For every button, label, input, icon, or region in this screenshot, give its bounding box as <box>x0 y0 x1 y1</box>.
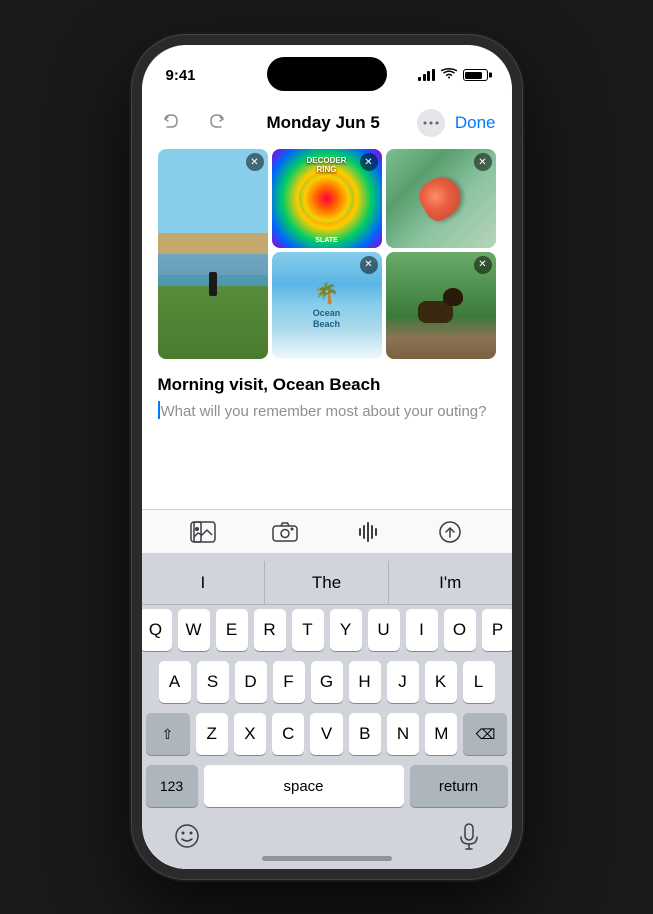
attachment-shell[interactable]: ✕ <box>386 149 496 248</box>
note-title: Morning visit, Ocean Beach <box>158 375 496 395</box>
signal-bar-2 <box>423 74 426 81</box>
numbers-key[interactable]: 123 <box>146 765 198 807</box>
note-body[interactable]: What will you remember most about your o… <box>158 401 496 422</box>
key-h[interactable]: H <box>349 661 381 703</box>
screen: 9:41 <box>142 45 512 869</box>
dictation-button[interactable] <box>458 823 480 856</box>
audio-waveform-button[interactable] <box>350 514 386 550</box>
shift-key[interactable]: ⇧ <box>146 713 190 755</box>
signal-bars-icon <box>418 69 435 81</box>
toolbar-right: Done <box>417 109 496 137</box>
key-r[interactable]: R <box>254 609 286 651</box>
toolbar-title: Monday Jun 5 <box>267 113 380 133</box>
attachments-grid: ✕ DECODERRING SLATE ✕ ✕ <box>158 149 496 359</box>
key-n[interactable]: N <box>387 713 419 755</box>
key-m[interactable]: M <box>425 713 457 755</box>
status-icons <box>418 68 488 83</box>
predictive-bar: I The I'm <box>142 561 512 605</box>
key-b[interactable]: B <box>349 713 381 755</box>
key-o[interactable]: O <box>444 609 476 651</box>
remove-shell-button[interactable]: ✕ <box>474 153 492 171</box>
key-v[interactable]: V <box>310 713 342 755</box>
key-row-2: A S D F G H J K L <box>146 661 508 703</box>
predictive-item-1[interactable]: I <box>142 561 266 605</box>
key-k[interactable]: K <box>425 661 457 703</box>
key-g[interactable]: G <box>311 661 343 703</box>
key-y[interactable]: Y <box>330 609 362 651</box>
toolbar: Monday Jun 5 Done <box>142 101 512 145</box>
emoji-button[interactable] <box>174 823 200 855</box>
key-z[interactable]: Z <box>196 713 228 755</box>
text-cursor <box>158 401 160 419</box>
key-rows: Q W E R T Y U I O P A S <box>142 609 512 807</box>
wifi-icon <box>441 68 457 83</box>
predictive-item-2[interactable]: The <box>265 561 389 605</box>
key-p[interactable]: P <box>482 609 512 651</box>
key-d[interactable]: D <box>235 661 267 703</box>
more-button[interactable] <box>417 109 445 137</box>
key-row-4: 123 space return <box>146 765 508 807</box>
key-s[interactable]: S <box>197 661 229 703</box>
note-placeholder: What will you remember most about your o… <box>161 401 487 422</box>
return-key[interactable]: return <box>410 765 508 807</box>
status-time: 9:41 <box>166 67 196 84</box>
key-q[interactable]: Q <box>142 609 172 651</box>
remove-beach-button[interactable]: ✕ <box>246 153 264 171</box>
battery-fill <box>465 72 482 79</box>
content-area: Monday Jun 5 Done <box>142 93 512 869</box>
signal-bar-4 <box>432 69 435 81</box>
remove-ocean-beach-button[interactable]: ✕ <box>360 256 378 274</box>
ocean-beach-palm-icon: 🌴 <box>314 281 339 306</box>
key-x[interactable]: X <box>234 713 266 755</box>
key-t[interactable]: T <box>292 609 324 651</box>
home-indicator <box>262 856 392 861</box>
attachment-dog[interactable]: ✕ <box>386 252 496 359</box>
input-toolbar <box>142 509 512 553</box>
predictive-item-3[interactable]: I'm <box>389 561 512 605</box>
delete-key[interactable]: ⌫ <box>463 713 507 755</box>
space-key[interactable]: space <box>204 765 404 807</box>
keyboard: I The I'm Q W E R <box>142 553 512 869</box>
camera-button[interactable] <box>267 514 303 550</box>
key-i[interactable]: I <box>406 609 438 651</box>
key-w[interactable]: W <box>178 609 210 651</box>
redo-button[interactable] <box>202 109 230 137</box>
decoder-ring-subtitle: SLATE <box>272 237 382 244</box>
phone-frame: 9:41 <box>132 35 522 879</box>
key-l[interactable]: L <box>463 661 495 703</box>
done-button[interactable]: Done <box>455 113 496 133</box>
signal-bar-1 <box>418 77 421 81</box>
keyboard-bottom-bar <box>142 817 512 865</box>
attachment-decoder-ring[interactable]: DECODERRING SLATE ✕ <box>272 149 382 248</box>
toolbar-left <box>158 109 230 137</box>
dynamic-island <box>267 57 387 91</box>
note-area[interactable]: Morning visit, Ocean Beach What will you… <box>142 371 512 509</box>
key-j[interactable]: J <box>387 661 419 703</box>
key-u[interactable]: U <box>368 609 400 651</box>
key-a[interactable]: A <box>159 661 191 703</box>
key-f[interactable]: F <box>273 661 305 703</box>
key-row-3: ⇧ Z X C V B N M ⌫ <box>146 713 508 755</box>
remove-decoder-button[interactable]: ✕ <box>360 153 378 171</box>
attachment-ocean-beach[interactable]: 🌴 OceanBeach ✕ <box>272 252 382 359</box>
ocean-beach-label: OceanBeach <box>313 308 341 330</box>
key-e[interactable]: E <box>216 609 248 651</box>
undo-button[interactable] <box>158 109 186 137</box>
remove-dog-button[interactable]: ✕ <box>474 256 492 274</box>
signal-bar-3 <box>427 71 430 81</box>
send-button[interactable] <box>432 514 468 550</box>
key-row-1: Q W E R T Y U I O P <box>146 609 508 651</box>
battery-icon <box>463 69 488 81</box>
photo-library-button[interactable] <box>185 514 221 550</box>
key-c[interactable]: C <box>272 713 304 755</box>
attachment-beach[interactable]: ✕ <box>158 149 268 359</box>
